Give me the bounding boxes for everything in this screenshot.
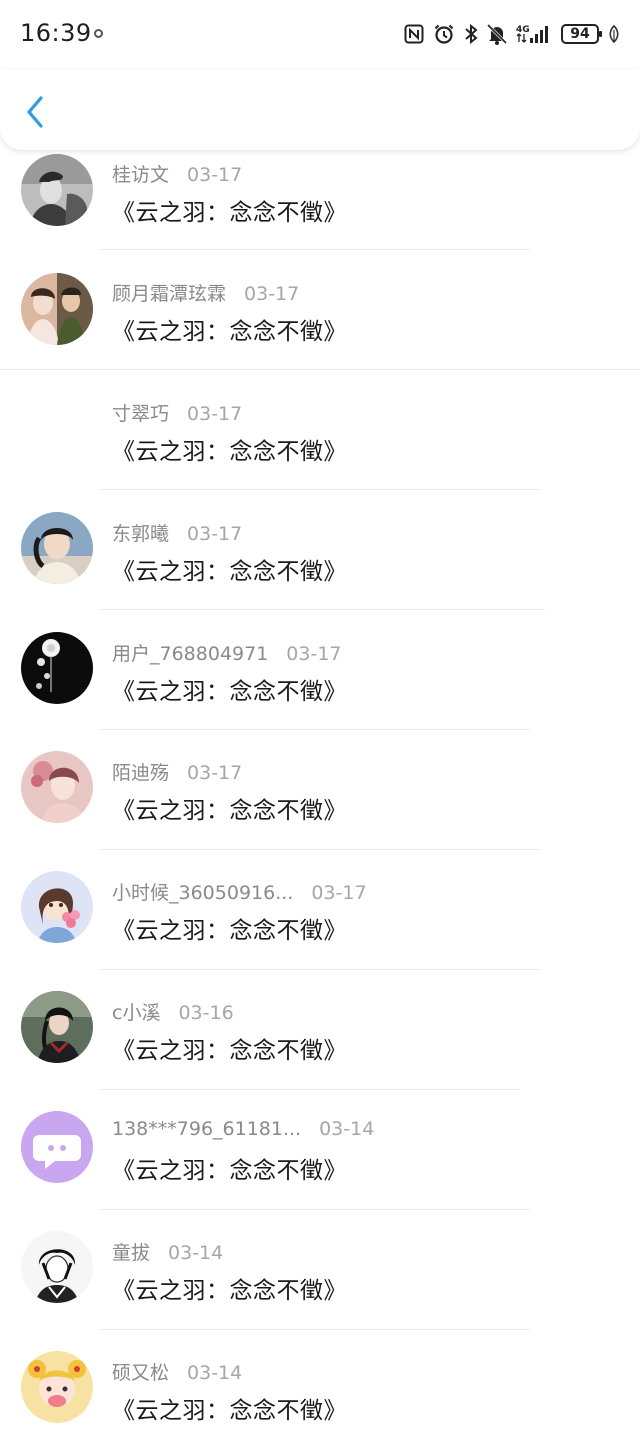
book-title: 《云之羽：念念不徵》 <box>112 439 347 465</box>
location-indicator-icon <box>94 29 103 38</box>
list-item[interactable]: c小溪 03-16 《云之羽：念念不徵》 <box>0 970 640 1090</box>
battery-level: 94 <box>561 24 602 44</box>
list-item[interactable]: 硕又松 03-14 《云之羽：念念不徵》 <box>0 1330 640 1450</box>
status-icons: 4G 94 <box>404 22 620 46</box>
post-date: 03-17 <box>187 762 243 784</box>
list-item[interactable]: 寸翠巧 03-17 《云之羽：念念不徵》 <box>0 370 640 490</box>
book-title: 《云之羽：念念不徵》 <box>112 798 347 824</box>
user-name: 陌迪殇 <box>112 762 170 784</box>
book-title: 《云之羽：念念不徵》 <box>112 1278 347 1304</box>
user-name: 用户_768804971 <box>112 643 269 665</box>
list-item[interactable]: 用户_768804971 03-17 《云之羽：念念不徵》 <box>0 610 640 730</box>
avatar <box>21 991 93 1063</box>
user-name: 东郭曦 <box>112 523 170 545</box>
status-bar: 16:39 4G 94 <box>0 0 640 70</box>
status-time: 16:39 <box>20 19 92 47</box>
book-title: 《云之羽：念念不徵》 <box>112 559 347 585</box>
book-title: 《云之羽：念念不徵》 <box>112 918 347 944</box>
alarm-icon <box>433 22 455 46</box>
power-saving-leaf-icon <box>608 22 620 46</box>
avatar <box>21 751 93 823</box>
top-nav-bar <box>0 70 640 150</box>
post-date: 03-16 <box>178 1002 234 1024</box>
avatar <box>21 512 93 584</box>
post-date: 03-17 <box>286 643 342 665</box>
chevron-left-icon <box>27 96 43 128</box>
user-name: 顾月霜潭玹霖 <box>112 283 227 305</box>
list-item[interactable]: 陌迪殇 03-17 《云之羽：念念不徵》 <box>0 730 640 850</box>
bluetooth-icon <box>464 22 478 46</box>
list-item[interactable]: 东郭曦 03-17 《云之羽：念念不徵》 <box>0 490 640 610</box>
signal-icon: 4G <box>516 22 552 46</box>
user-name: 硕又松 <box>112 1362 170 1384</box>
user-name: 小时候_36050916... <box>112 882 294 904</box>
post-date: 03-17 <box>311 882 367 904</box>
avatar <box>21 871 93 943</box>
avatar <box>21 1351 93 1423</box>
post-date: 03-17 <box>187 164 243 186</box>
user-name: 童拔 <box>112 1242 151 1264</box>
avatar <box>21 632 93 704</box>
post-date: 03-14 <box>168 1242 224 1264</box>
post-date: 03-14 <box>187 1362 243 1384</box>
post-date: 03-17 <box>187 523 243 545</box>
avatar <box>21 1231 93 1303</box>
post-date: 03-17 <box>244 283 300 305</box>
book-title: 《云之羽：念念不徵》 <box>112 1398 347 1424</box>
book-title: 《云之羽：念念不徵》 <box>112 319 347 345</box>
user-name: c小溪 <box>112 1002 161 1024</box>
book-title: 《云之羽：念念不徵》 <box>112 200 347 226</box>
user-name: 138***796_61181... <box>112 1118 302 1140</box>
battery-indicator: 94 <box>561 22 602 46</box>
avatar <box>21 154 93 226</box>
user-name: 桂访文 <box>112 164 170 186</box>
list-item[interactable]: 童拔 03-14 《云之羽：念念不徵》 <box>0 1210 640 1330</box>
nfc-icon <box>404 22 424 46</box>
post-date: 03-17 <box>187 403 243 425</box>
post-date: 03-14 <box>319 1118 375 1140</box>
list-item[interactable]: 顾月霜潭玹霖 03-17 《云之羽：念念不徵》 <box>0 250 640 370</box>
list-item[interactable]: 138***796_61181... 03-14 《云之羽：念念不徵》 <box>0 1090 640 1210</box>
user-name: 寸翠巧 <box>112 403 170 425</box>
svg-text:4G: 4G <box>516 25 530 35</box>
back-button[interactable] <box>18 92 52 132</box>
avatar <box>21 1111 93 1183</box>
avatar <box>21 273 93 345</box>
book-title: 《云之羽：念念不徵》 <box>112 679 347 705</box>
book-title: 《云之羽：念念不徵》 <box>112 1158 347 1184</box>
mute-bell-icon <box>487 22 507 46</box>
list-item[interactable]: 小时候_36050916... 03-17 《云之羽：念念不徵》 <box>0 850 640 970</box>
book-title: 《云之羽：念念不徵》 <box>112 1038 347 1064</box>
